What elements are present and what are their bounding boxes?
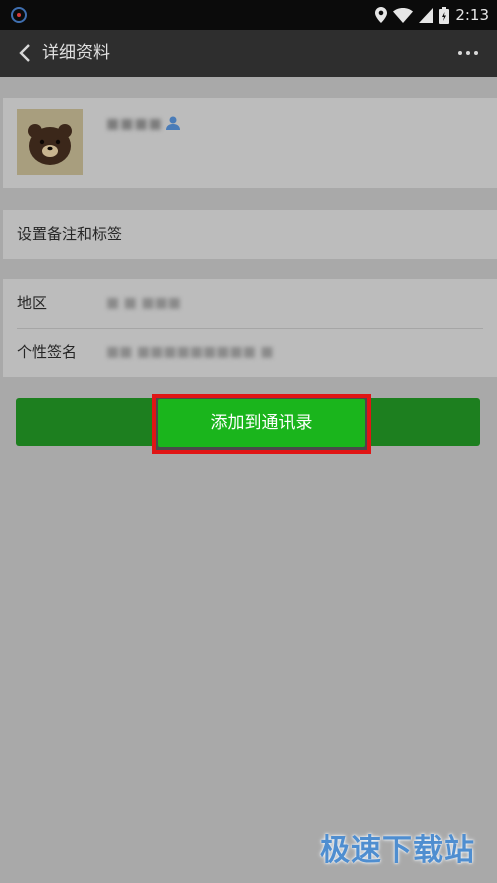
profile-content: ■■■■ 设置备注和标签 地区 ■ ■ ■■■ 个性签名 ■■ ■■■■■■■■…	[0, 77, 497, 883]
region-label: 地区	[17, 294, 48, 312]
site-watermark: 极速下载站	[320, 833, 475, 868]
avatar[interactable]	[17, 109, 83, 175]
wifi-icon	[393, 7, 414, 23]
more-options-button[interactable]	[451, 36, 485, 70]
signature-row: 个性签名 ■■ ■■■■■■■■■ ■	[3, 328, 497, 377]
profile-card: ■■■■	[3, 98, 497, 188]
brown-bear-avatar-icon	[17, 109, 83, 175]
add-to-contacts-button[interactable]: 添加到通讯录	[158, 399, 365, 447]
back-button[interactable]	[8, 36, 42, 70]
signature-value: ■■ ■■■■■■■■■ ■	[106, 344, 274, 360]
signal-icon	[419, 7, 434, 23]
set-remark-and-tags-label: 设置备注和标签	[17, 225, 123, 243]
clock: 2:13	[455, 6, 489, 24]
signature-label: 个性签名	[17, 343, 78, 361]
page-title: 详细资料	[42, 43, 110, 63]
region-row: 地区 ■ ■ ■■■	[3, 279, 497, 329]
title-bar: 详细资料	[0, 30, 497, 77]
more-dots-icon	[458, 51, 478, 55]
location-icon	[375, 7, 388, 23]
set-remark-and-tags-row[interactable]: 设置备注和标签	[3, 210, 497, 259]
status-bar: 2:13	[0, 0, 497, 30]
chevron-left-icon	[19, 44, 30, 62]
nickname: ■■■■	[106, 116, 163, 132]
battery-icon	[439, 6, 450, 24]
app-notification-icon	[11, 7, 27, 23]
region-value: ■ ■ ■■■	[106, 295, 182, 311]
status-icons: 2:13	[375, 6, 489, 24]
info-card: 地区 ■ ■ ■■■ 个性签名 ■■ ■■■■■■■■■ ■	[3, 279, 497, 377]
person-icon	[166, 116, 180, 130]
